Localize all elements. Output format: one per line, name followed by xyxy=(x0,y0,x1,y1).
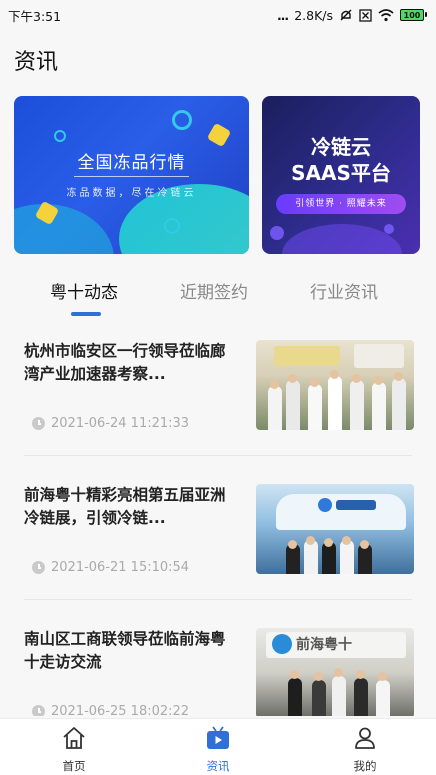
tab-recent-signings[interactable]: 近期签约 xyxy=(180,278,248,303)
news-thumbnail: 前海粤十 xyxy=(256,628,414,716)
banner-title-line2: SAAS平台 xyxy=(291,161,391,185)
nav-label: 首页 xyxy=(62,759,86,773)
banner-decor-wave xyxy=(14,204,114,254)
nav-label: 我的 xyxy=(353,759,377,773)
banner-title: 冷链云 SAAS平台 xyxy=(262,134,420,186)
list-divider xyxy=(24,599,412,600)
home-icon xyxy=(61,725,87,755)
list-item[interactable]: 南山区工商联领导莅临前海粤十走访交流 2021-06-25 18:02:22 前… xyxy=(0,604,436,716)
nav-item-profile[interactable]: 我的 xyxy=(325,725,405,774)
wifi-icon xyxy=(378,8,394,22)
banner-title: 全国冻品行情 xyxy=(77,153,186,173)
news-time: 2021-06-25 18:02:22 xyxy=(32,704,189,716)
signal-dots: ... xyxy=(276,7,289,23)
list-item[interactable]: 杭州市临安区一行领导莅临廊湾产业加速器考察... 2021-06-24 11:2… xyxy=(0,316,436,456)
clock-icon xyxy=(32,561,45,574)
photo-person xyxy=(372,382,386,430)
photo-sign: 前海粤十 xyxy=(296,637,352,653)
news-title: 前海粤十精彩亮相第五届亚洲冷链展，引领冷链... xyxy=(24,486,226,527)
network-speed: 2.8K/s xyxy=(294,7,333,23)
nav-label: 资讯 xyxy=(206,759,230,773)
tab-industry-news[interactable]: 行业资讯 xyxy=(310,278,378,303)
photo-person-head xyxy=(360,540,369,549)
list-item[interactable]: 前海粤十精彩亮相第五届亚洲冷链展，引领冷链... 2021-06-21 15:1… xyxy=(0,460,436,600)
photo-person-head xyxy=(330,370,339,379)
banner-tagline: 引领世界 · 照耀未来 xyxy=(276,194,406,214)
photo-person-head xyxy=(290,670,299,679)
photo-backdrop xyxy=(354,344,404,368)
news-thumbnail xyxy=(256,484,414,574)
banner-decor-ring xyxy=(172,110,192,130)
photo-person xyxy=(354,678,368,716)
news-time-text: 2021-06-21 15:10:54 xyxy=(51,560,190,575)
banner-title-line1: 冷链云 xyxy=(311,135,371,159)
clock-icon xyxy=(32,417,45,430)
photo-person xyxy=(392,378,406,430)
photo-person-head xyxy=(288,374,297,383)
news-list: 杭州市临安区一行领导莅临廊湾产业加速器考察... 2021-06-24 11:2… xyxy=(0,316,436,716)
photo-person-head xyxy=(324,538,333,547)
cube-icon xyxy=(206,122,232,148)
tv-icon xyxy=(205,725,231,755)
status-time: 下午3:51 xyxy=(8,8,62,24)
status-icons: ... 2.8K/s 100 xyxy=(276,7,427,23)
photo-person xyxy=(268,386,282,430)
photo-person-head xyxy=(394,372,403,381)
photo-person-head xyxy=(352,374,361,383)
user-icon xyxy=(352,725,378,755)
tab-yueshi-news[interactable]: 粤十动态 xyxy=(50,278,118,303)
photo-person xyxy=(328,376,342,430)
photo-person-head xyxy=(314,672,323,681)
nav-item-news[interactable]: 资讯 xyxy=(178,725,258,774)
photo-backdrop xyxy=(336,500,376,510)
bottom-nav: 首页 资讯 我的 xyxy=(0,718,436,775)
photo-person-head xyxy=(288,540,297,549)
photo-backdrop xyxy=(318,498,332,512)
mute-icon xyxy=(339,8,353,22)
photo-person xyxy=(286,380,300,430)
photo-person xyxy=(304,540,318,574)
nav-item-home[interactable]: 首页 xyxy=(34,725,114,774)
list-divider xyxy=(24,455,412,456)
photo-backdrop xyxy=(274,346,340,366)
photo-person-head xyxy=(310,378,319,387)
photo-person xyxy=(332,676,346,716)
photo-person-head xyxy=(334,668,343,677)
photo-person xyxy=(376,680,390,716)
banner-saas-platform[interactable]: 冷链云 SAAS平台 引领世界 · 照耀未来 xyxy=(262,96,420,254)
photo-person-head xyxy=(378,672,387,681)
banner-divider xyxy=(74,176,189,177)
photo-person-head xyxy=(356,670,365,679)
page-title: 资讯 xyxy=(14,50,59,75)
clock-icon xyxy=(32,705,45,716)
photo-person-head xyxy=(306,536,315,545)
banner-subtitle: 冻品数据，尽在冷链云 xyxy=(66,188,197,199)
banner-decor-dot xyxy=(384,224,394,234)
banner-decor-ring xyxy=(164,218,180,234)
photo-backdrop xyxy=(272,634,292,654)
status-bar: 下午3:51 ... 2.8K/s 100 xyxy=(0,0,436,30)
photo-person xyxy=(350,380,364,430)
news-time: 2021-06-24 11:21:33 xyxy=(32,416,189,431)
news-thumbnail xyxy=(256,340,414,430)
battery-icon: 100 xyxy=(400,9,427,21)
photo-person-head xyxy=(374,376,383,385)
photo-person xyxy=(340,540,354,574)
photo-person xyxy=(308,384,322,430)
news-time-text: 2021-06-25 18:02:22 xyxy=(51,704,190,716)
photo-person-head xyxy=(342,536,351,545)
banner-frozen-market[interactable]: 全国冻品行情 冻品数据，尽在冷链云 xyxy=(14,96,249,254)
news-title: 南山区工商联领导莅临前海粤十走访交流 xyxy=(24,630,226,671)
photo-person xyxy=(312,680,326,716)
banner-decor-dot xyxy=(270,226,284,240)
news-tabs: 粤十动态 近期签约 行业资讯 xyxy=(0,274,436,318)
news-title: 杭州市临安区一行领导莅临廊湾产业加速器考察... xyxy=(24,342,226,383)
photo-person xyxy=(288,678,302,716)
banner-decor-ring xyxy=(54,130,66,142)
sim-icon xyxy=(359,8,372,22)
news-time: 2021-06-21 15:10:54 xyxy=(32,560,189,575)
news-time-text: 2021-06-24 11:21:33 xyxy=(51,416,190,431)
photo-person-head xyxy=(270,380,279,389)
